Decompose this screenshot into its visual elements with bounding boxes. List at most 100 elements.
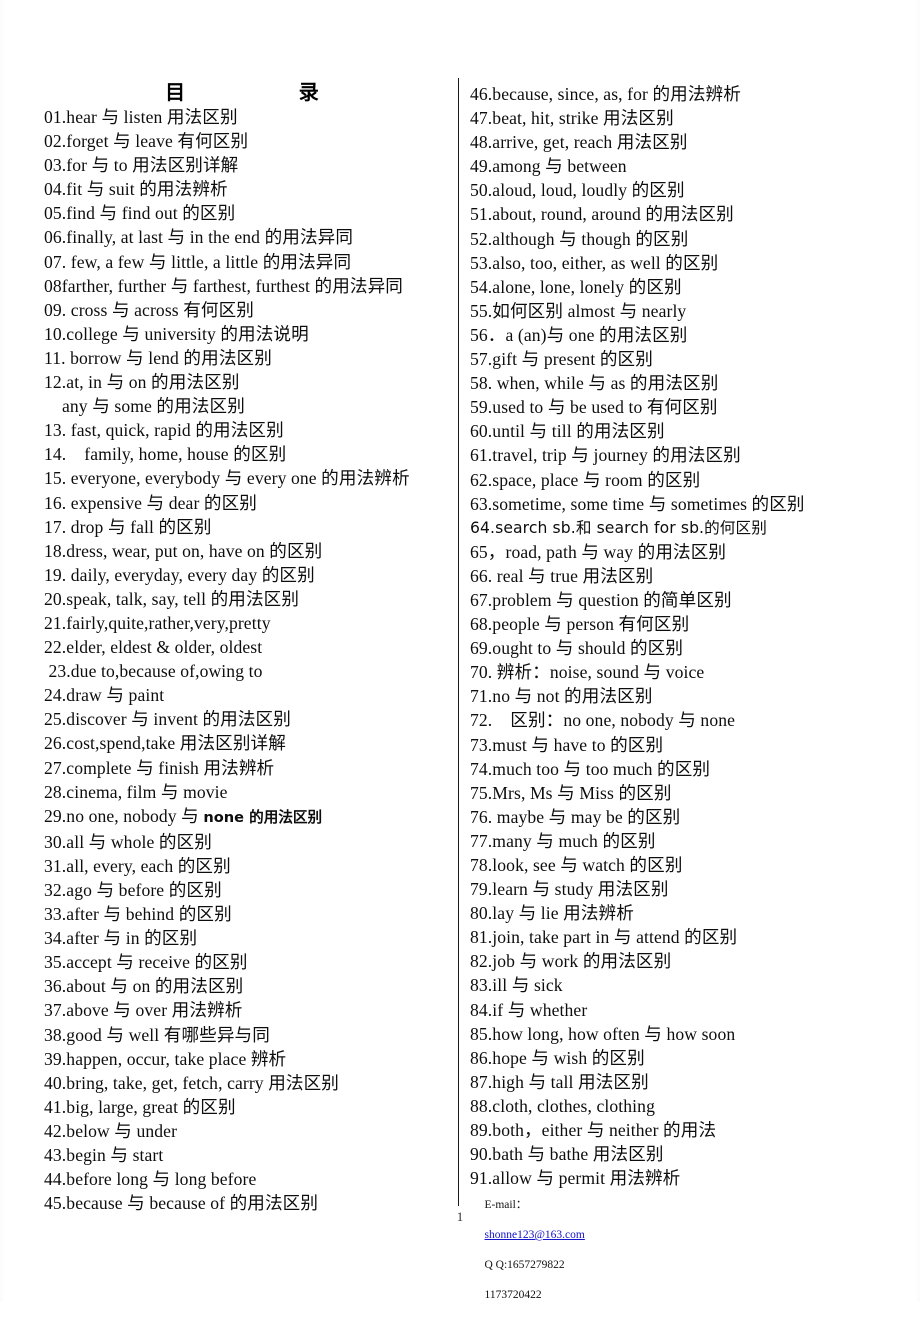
toc-entry: 55.如何区别 almost 与 nearly [470, 299, 890, 323]
toc-entry: 26.cost,spend,take 用法区别详解 [44, 731, 454, 755]
toc-entry-text: 56．a (an)与 one 的用法区别 [470, 324, 688, 345]
toc-entry-text: 28.cinema, film 与 movie [44, 781, 228, 802]
toc-entry: 54.alone, lone, lonely 的区别 [470, 275, 890, 299]
toc-entry-text: 75.Mrs, Ms 与 Miss 的区别 [470, 782, 672, 803]
toc-entry: 15. everyone, everybody 与 every one 的用法辨… [44, 466, 454, 490]
toc-entry-text: 18.dress, wear, put on, have on 的区别 [44, 540, 323, 561]
toc-entry: 88.cloth, clothes, clothing [470, 1094, 890, 1118]
toc-entry-text: 38.good 与 well 有哪些异与同 [44, 1024, 270, 1045]
toc-entry-text: any 与 some 的用法区别 [44, 396, 245, 417]
toc-entry: 86.hope 与 wish 的区别 [470, 1046, 890, 1070]
toc-entry-text: 44.before long 与 long before [44, 1169, 257, 1190]
toc-entry: 02.forget 与 leave 有何区别 [44, 129, 454, 153]
toc-entry: 69.ought to 与 should 的区别 [470, 636, 890, 660]
toc-entry: 53.also, too, either, as well 的区别 [470, 251, 890, 275]
toc-entry-text: 40.bring, take, get, fetch, carry 用法区别 [44, 1072, 339, 1093]
toc-entry: 74.much too 与 too much 的区别 [470, 757, 890, 781]
toc-entry-text: 59.used to 与 be used to 有何区别 [470, 397, 718, 418]
toc-entry-text: 26.cost,spend,take 用法区别详解 [44, 733, 286, 754]
toc-entry-text: 13. fast, quick, rapid 的用法区别 [44, 420, 284, 441]
toc-entry-text: 47.beat, hit, strike 用法区别 [470, 108, 674, 129]
toc-entry-text: 27.complete 与 finish 用法辨析 [44, 757, 275, 778]
toc-entry-text: 68.people 与 person 有何区别 [470, 614, 690, 635]
toc-entry: 58. when, while 与 as 的用法区别 [470, 371, 890, 395]
toc-entry-text: 86.hope 与 wish 的区别 [470, 1047, 645, 1068]
toc-entry-text: 04.fit 与 suit 的用法辨析 [44, 179, 228, 200]
toc-entry-text: 55.如何区别 almost 与 nearly [470, 300, 687, 321]
email-link[interactable]: shonne123@163.com [485, 1229, 585, 1241]
toc-entry: 12.at, in 与 on 的用法区别 [44, 370, 454, 394]
toc-entry: 87.high 与 tall 用法区别 [470, 1070, 890, 1094]
toc-entry-text: 08farther, further 与 farthest, furthest … [44, 275, 403, 296]
toc-entry: 44.before long 与 long before [44, 1167, 454, 1191]
toc-entry: 65，road, path 与 way 的用法区别 [470, 540, 890, 564]
toc-entry-text: 48.arrive, get, reach 用法区别 [470, 132, 688, 153]
toc-entry-text: 74.much too 与 too much 的区别 [470, 758, 711, 779]
toc-entry: 43.begin 与 start [44, 1143, 454, 1167]
toc-entry: 04.fit 与 suit 的用法辨析 [44, 177, 454, 201]
toc-entry: 20.speak, talk, say, tell 的用法区别 [44, 587, 454, 611]
toc-entry-text: 72. 区别：no one, nobody 与 none [470, 710, 736, 731]
toc-entry-text: 23.due to,because of,owing to [44, 661, 263, 682]
toc-entry: 11. borrow 与 lend 的用法区别 [44, 346, 454, 370]
toc-entry: 37.above 与 over 用法辨析 [44, 998, 454, 1022]
toc-entry-text: 10.college 与 university 的用法说明 [44, 323, 309, 344]
toc-entry-text: 87.high 与 tall 用法区别 [470, 1071, 649, 1092]
toc-entry-text: 24.draw 与 paint [44, 685, 165, 706]
toc-entry: 30.all 与 whole 的区别 [44, 830, 454, 854]
toc-entry: 70. 辨析：noise, sound 与 voice [470, 660, 890, 684]
toc-entry-text: 02.forget 与 leave 有何区别 [44, 131, 249, 152]
toc-entry: 08farther, further 与 farthest, furthest … [44, 274, 454, 298]
toc-entry-text: 67.problem 与 question 的简单区别 [470, 589, 732, 610]
toc-entry: 78.look, see 与 watch 的区别 [470, 853, 890, 877]
toc-entry-text: 15. everyone, everybody 与 every one 的用法辨… [44, 468, 410, 489]
toc-entry-text: 78.look, see 与 watch 的区别 [470, 855, 683, 875]
toc-entry: 25.discover 与 invent 的用法区别 [44, 707, 454, 731]
toc-entry-text: 12.at, in 与 on 的用法区别 [44, 372, 240, 393]
toc-entry-text: 46.because, since, as, for 的用法辨析 [470, 84, 741, 104]
toc-entry-text: 30.all 与 whole 的区别 [44, 831, 212, 852]
toc-entry: 90.bath 与 bathe 用法区别 [470, 1142, 890, 1166]
toc-entry: 49.among 与 between [470, 154, 890, 178]
toc-entry-text: 51.about, round, around 的用法区别 [470, 204, 734, 225]
toc-entry-text: 03.for 与 to 用法区别详解 [44, 155, 239, 176]
toc-entry: 41.big, large, great 的区别 [44, 1095, 454, 1119]
toc-entry-text: 16. expensive 与 dear 的区别 [44, 492, 257, 513]
toc-entry: 79.learn 与 study 用法区别 [470, 877, 890, 901]
toc-entry: 27.complete 与 finish 用法辨析 [44, 756, 454, 780]
toc-entry: 50.aloud, loud, loudly 的区别 [470, 178, 890, 202]
toc-entry-text: 62.space, place 与 room 的区别 [470, 469, 701, 490]
toc-entry-text: 63.sometime, some time 与 sometimes 的区别 [470, 493, 805, 514]
toc-entry: 07. few, a few 与 little, a little 的用法异同 [44, 250, 454, 274]
toc-entry-text: 11. borrow 与 lend 的用法区别 [44, 347, 272, 368]
toc-entry: 73.must 与 have to 的区别 [470, 733, 890, 757]
toc-entry-text: 31.all, every, each 的区别 [44, 855, 231, 876]
toc-entry: 52.although 与 though 的区别 [470, 227, 890, 251]
toc-entry: 36.about 与 on 的用法区别 [44, 974, 454, 998]
toc-entry: 32.ago 与 before 的区别 [44, 878, 454, 902]
toc-entry-text: 20.speak, talk, say, tell 的用法区别 [44, 588, 300, 609]
toc-entry: 75.Mrs, Ms 与 Miss 的区别 [470, 781, 890, 805]
toc-entry: 40.bring, take, get, fetch, carry 用法区别 [44, 1071, 454, 1095]
toc-entry: 89.both，either 与 neither 的用法 [470, 1118, 890, 1142]
toc-entry: 10.college 与 university 的用法说明 [44, 322, 454, 346]
footer-contact-line: E-mail： shonne123@163.com Q Q:1657279822… [473, 1183, 585, 1318]
toc-entry-text: 65，road, path 与 way 的用法区别 [470, 541, 727, 562]
toc-entry: 76. maybe 与 may be 的区别 [470, 805, 890, 829]
toc-entry: 71.no 与 not 的用法区别 [470, 684, 890, 708]
toc-entry-text: 34.after 与 in 的区别 [44, 928, 198, 949]
toc-entry-text: 66. real 与 true 用法区别 [470, 565, 654, 586]
toc-entry: 38.good 与 well 有哪些异与同 [44, 1023, 454, 1047]
toc-entry-text: 60.until 与 till 的用法区别 [470, 421, 665, 442]
toc-entry-text: 57.gift 与 present 的区别 [470, 349, 653, 370]
toc-entry: 80.lay 与 lie 用法辨析 [470, 901, 890, 925]
toc-entry: 18.dress, wear, put on, have on 的区别 [44, 539, 454, 563]
toc-entry: 59.used to 与 be used to 有何区别 [470, 395, 890, 419]
toc-entry: 13. fast, quick, rapid 的用法区别 [44, 418, 454, 442]
toc-entry-text: 42.below 与 under [44, 1120, 178, 1141]
toc-entry: 42.below 与 under [44, 1119, 454, 1143]
toc-entry: 81.join, take part in 与 attend 的区别 [470, 925, 890, 949]
toc-entry-text: 06.finally, at last 与 in the end 的用法异同 [44, 227, 354, 248]
toc-entry: 61.travel, trip 与 journey 的用法区别 [470, 443, 890, 467]
toc-entry-text: 22.elder, eldest & older, oldest [44, 637, 263, 658]
